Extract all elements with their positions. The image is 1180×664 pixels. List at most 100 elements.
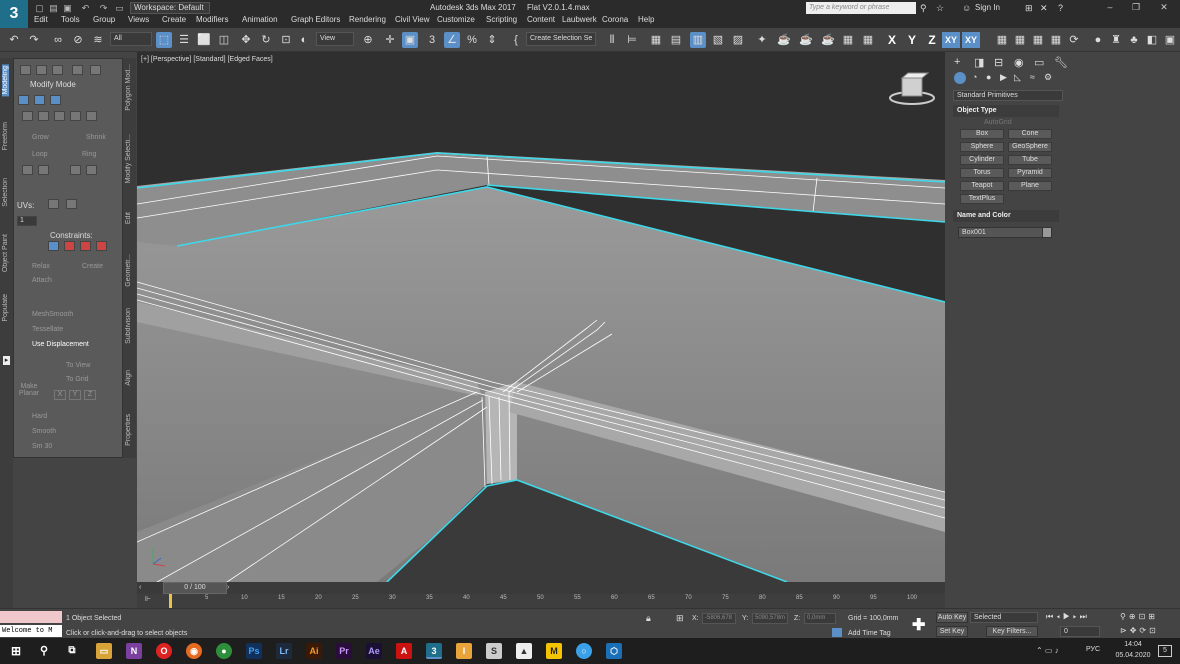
- perspective-viewport[interactable]: [+] [Perspective] [Standard] [Edged Face…: [137, 52, 945, 582]
- cameras-category-icon[interactable]: ▶: [1000, 72, 1007, 83]
- constraint-none-icon[interactable]: [48, 241, 59, 251]
- placement-icon[interactable]: ◐: [296, 32, 312, 48]
- project-icon[interactable]: ▭: [114, 3, 125, 14]
- cone-button[interactable]: Cone: [1008, 129, 1052, 139]
- undo-icon[interactable]: ↶: [80, 3, 91, 14]
- planar-z-button[interactable]: Z: [84, 390, 96, 400]
- help-icon[interactable]: ?: [1058, 3, 1063, 13]
- absolute-mode-icon[interactable]: ⊞: [676, 613, 684, 624]
- tab-modeling[interactable]: Modeling: [2, 64, 9, 97]
- loop-shift-icon[interactable]: [22, 165, 33, 175]
- tab-align[interactable]: Align: [125, 370, 132, 386]
- named-selection-dropdown[interactable]: Create Selection Se: [526, 32, 596, 46]
- ribbon-toggle-icon[interactable]: ▥: [690, 32, 706, 48]
- corona-icon[interactable]: ▦: [840, 32, 856, 48]
- open-file-icon[interactable]: ▤: [48, 3, 59, 14]
- app-i-icon[interactable]: I: [456, 643, 472, 659]
- plane-button[interactable]: Plane: [1008, 181, 1052, 191]
- menu-tools[interactable]: Tools: [61, 15, 80, 24]
- redo-icon[interactable]: ↷: [26, 32, 42, 48]
- set-key-button[interactable]: Set Key: [936, 626, 968, 637]
- planar-y-button[interactable]: Y: [69, 390, 81, 400]
- app-cube-icon[interactable]: ⬡: [606, 643, 622, 659]
- spacewarps-category-icon[interactable]: ≈: [1030, 72, 1035, 82]
- opera-icon[interactable]: O: [156, 643, 172, 659]
- menu-scripting[interactable]: Scripting: [486, 15, 517, 24]
- constraint-face-icon[interactable]: [80, 241, 91, 251]
- tab-subdivision[interactable]: Subdivision: [125, 308, 132, 344]
- subobject-edge-icon[interactable]: [34, 95, 45, 105]
- search-icon[interactable]: ⚲: [36, 643, 52, 659]
- grid-third-icon[interactable]: ▦: [1030, 32, 1046, 48]
- material-editor-icon[interactable]: ✦: [754, 32, 770, 48]
- attach-button[interactable]: Attach: [32, 277, 52, 284]
- hard-button[interactable]: Hard: [32, 413, 47, 420]
- loop-button[interactable]: Loop: [32, 151, 48, 158]
- save-icon[interactable]: ▣: [62, 3, 73, 14]
- geosphere-button[interactable]: GeoSphere: [1008, 142, 1052, 152]
- add-time-tag-button[interactable]: Add Time Tag: [848, 630, 891, 637]
- cart-icon[interactable]: ⊞: [1025, 3, 1033, 14]
- select-by-name-icon[interactable]: ☰: [176, 32, 192, 48]
- menu-views[interactable]: Views: [128, 15, 149, 24]
- select-object-icon[interactable]: ⬚: [156, 32, 172, 48]
- lightroom-icon[interactable]: Lr: [276, 643, 292, 659]
- menu-group[interactable]: Group: [93, 15, 115, 24]
- teapot-icon[interactable]: ●: [1090, 32, 1106, 48]
- to-grid-button[interactable]: To Grid: [66, 376, 89, 383]
- star-icon[interactable]: ☆: [936, 3, 944, 14]
- systems-category-icon[interactable]: ⚙: [1044, 72, 1052, 83]
- tab-modify-selection[interactable]: Modify Selecti...: [125, 134, 132, 183]
- make-planar-button[interactable]: Make Planar: [18, 383, 40, 397]
- unlink-icon[interactable]: ⊘: [70, 32, 86, 48]
- workspace-dropdown[interactable]: Workspace: Default: [130, 2, 210, 14]
- redo-icon[interactable]: ↷: [98, 3, 109, 14]
- tab-selection[interactable]: Selection: [2, 178, 9, 207]
- menu-customize[interactable]: Customize: [437, 15, 475, 24]
- maximize-icon[interactable]: ❐: [1128, 2, 1144, 14]
- app-circle-icon[interactable]: ○: [576, 643, 592, 659]
- textplus-button[interactable]: TextPlus: [960, 194, 1004, 204]
- named-selection-icon[interactable]: {: [508, 32, 524, 48]
- new-file-icon[interactable]: ▢: [34, 3, 45, 14]
- menu-content[interactable]: Content: [527, 15, 555, 24]
- loop-icon[interactable]: [38, 111, 49, 121]
- autogrid-checkbox[interactable]: AutoGrid: [984, 119, 1012, 126]
- app-m-icon[interactable]: M: [546, 643, 562, 659]
- grid-alt-icon[interactable]: ▦: [1012, 32, 1028, 48]
- keyboard-shortcut-icon[interactable]: ▣: [402, 32, 418, 48]
- time-tag-icon[interactable]: [832, 628, 842, 637]
- pyramid-button[interactable]: Pyramid: [1008, 168, 1052, 178]
- meshsmooth-button[interactable]: MeshSmooth: [32, 311, 73, 318]
- menu-rendering[interactable]: Rendering: [349, 15, 386, 24]
- utilities-tab-icon[interactable]: 🔧︎: [1054, 56, 1068, 69]
- rectangular-selection-icon[interactable]: ⬜: [196, 32, 212, 48]
- render-production-icon[interactable]: ☕: [820, 32, 836, 48]
- subobject-vertex-icon[interactable]: [18, 95, 29, 105]
- create-button[interactable]: Create: [82, 263, 103, 270]
- torus-button[interactable]: Torus: [960, 168, 1004, 178]
- chrome-icon[interactable]: ●: [216, 643, 232, 659]
- menu-edit[interactable]: Edit: [34, 15, 48, 24]
- photoshop-icon[interactable]: Ps: [246, 643, 262, 659]
- manipulate-icon[interactable]: ✛: [382, 32, 398, 48]
- current-frame-field[interactable]: 0: [1060, 626, 1100, 637]
- axis-xy-alt-button[interactable]: XY: [962, 32, 980, 48]
- angle-snap-icon[interactable]: ∠: [444, 32, 460, 48]
- tab-edit[interactable]: Edit: [125, 212, 132, 224]
- search-input[interactable]: Type a keyword or phrase: [806, 2, 916, 14]
- uv-alt-icon[interactable]: [66, 199, 77, 209]
- viewport-nav-top[interactable]: ⚲⊕⊡⊞: [1120, 612, 1158, 621]
- illustrator-icon[interactable]: Ai: [306, 643, 322, 659]
- ring-button[interactable]: Ring: [82, 151, 96, 158]
- grow-button[interactable]: Grow: [32, 134, 49, 141]
- uv-icon[interactable]: [48, 199, 59, 209]
- cylinder-button[interactable]: Cylinder: [960, 155, 1004, 165]
- app-triangle-icon[interactable]: ▲: [516, 643, 532, 659]
- scene-explorer-icon[interactable]: ▦: [648, 32, 664, 48]
- z-coordinate-field[interactable]: 0,0mm: [804, 613, 836, 624]
- planar-x-button[interactable]: X: [54, 390, 66, 400]
- to-view-button[interactable]: To View: [66, 362, 90, 369]
- teapot-button[interactable]: Teapot: [960, 181, 1004, 191]
- use-displacement-button[interactable]: Use Displacement: [32, 341, 89, 348]
